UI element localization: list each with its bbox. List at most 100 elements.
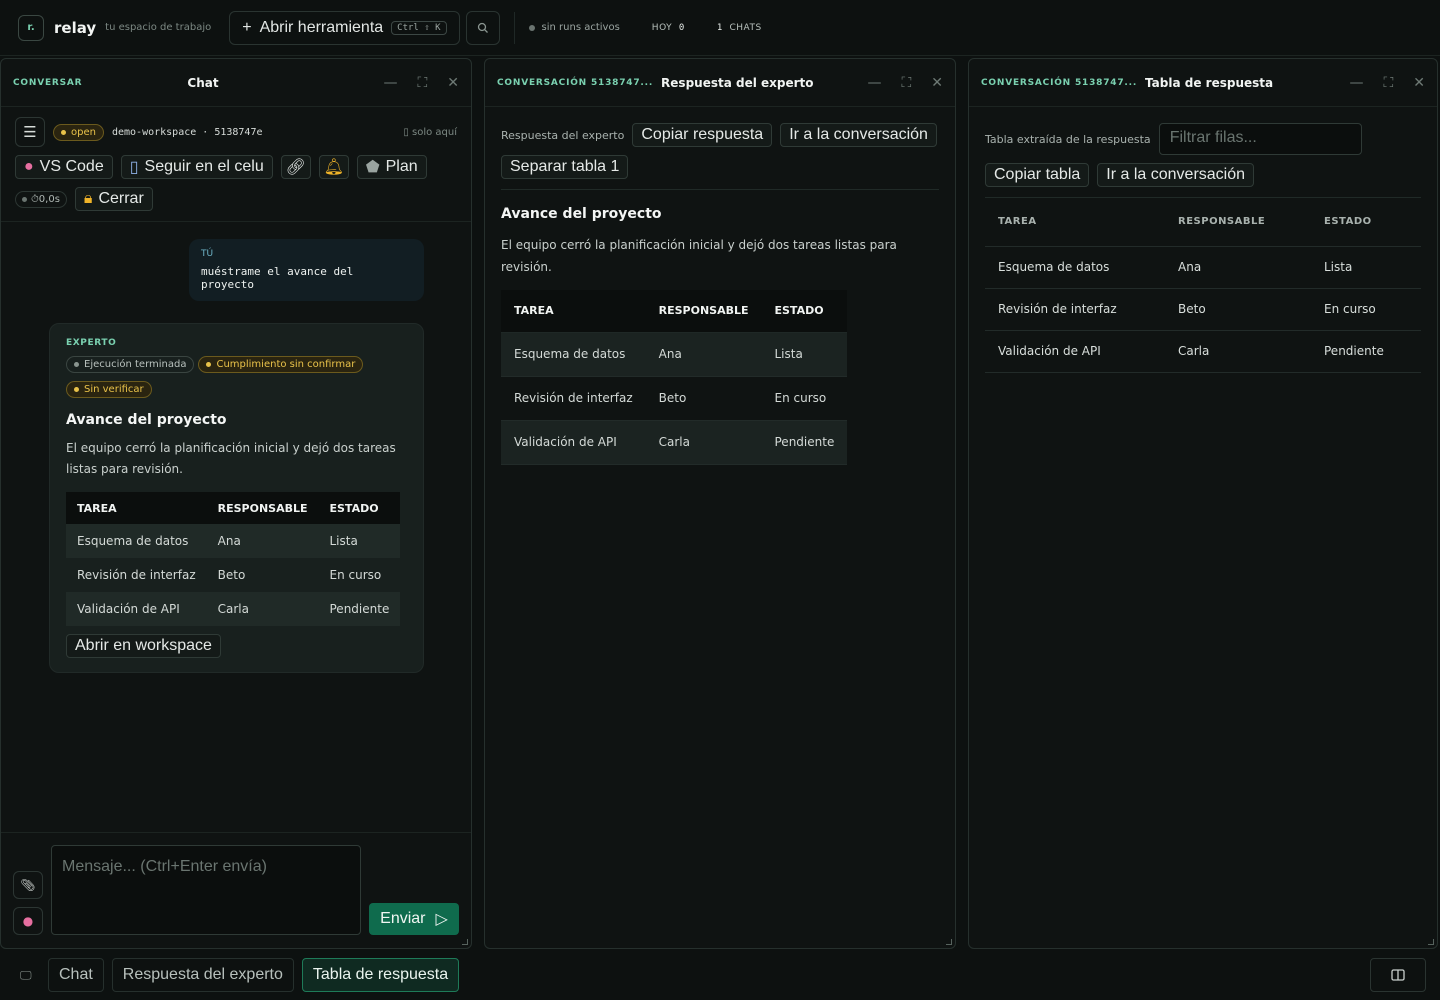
chip-dot-icon [206,362,212,367]
panel-kicker: CONVERSACIÓN 5138747... [981,77,1138,88]
play-icon: ▷ [435,911,448,928]
resize-handle[interactable] [946,939,952,945]
task-table-response[interactable]: Tabla de respuesta [301,958,460,992]
maximize-icon[interactable]: ⛶ [1383,75,1393,91]
shortcut-hint: Ctrl ⇧ K [391,20,447,35]
close-icon[interactable]: ✕ [1413,75,1425,91]
timer-label: ⏱0,0s [31,193,60,205]
menu-button[interactable]: ☰ [15,117,45,147]
extracted-table: TAREA RESPONSABLE ESTADO Esquema de dato… [985,198,1421,373]
plan-button[interactable]: ⬟ Plan [356,155,427,179]
table-cell: Lista [761,332,848,377]
table-cell: Revisión de interfaz [501,376,646,421]
table-header: TAREA [985,198,1165,247]
send-button[interactable]: Enviar ▷ [369,903,459,935]
table-panel-header: CONVERSACIÓN 5138747... Tabla de respues… [969,59,1437,107]
response-table: TAREA RESPONSABLE ESTADO Esquema de dato… [501,290,848,465]
minimize-icon[interactable]: — [1349,75,1363,91]
plus-icon: + [242,18,252,36]
panel-title: Tabla de respuesta [1145,75,1274,90]
table-cell: Ana [206,524,319,558]
layout-toggle-button[interactable] [1370,958,1426,992]
task-expert-response[interactable]: Respuesta del experto [111,958,294,992]
split-table-button[interactable]: Separar tabla 1 [501,155,629,179]
expert-panel-label: Respuesta del experto [501,128,625,142]
table-cell: Beto [645,376,762,421]
resize-handle[interactable] [1428,939,1434,945]
table-header: RESPONSABLE [645,290,762,333]
brand-tagline: tu espacio de trabajo [105,22,212,33]
open-workspace-button[interactable]: Abrir en workspace [66,634,221,658]
table-cell: Pendiente [318,592,401,626]
resize-handle[interactable] [462,939,468,945]
phone-icon: ▯ [129,159,139,176]
table-cell: Beto [217,568,246,582]
app-logo[interactable]: r. [18,14,44,41]
chat-panel: CONVERSAR Chat — ⛶ ✕ ☰ open demo-workspa… [0,58,472,949]
chip-unverified: Sin verificar [66,381,152,398]
minimize-icon[interactable]: — [867,75,881,91]
table-response-panel: CONVERSACIÓN 5138747... Tabla de respues… [968,58,1438,949]
vscode-button[interactable]: ● VS Code [15,155,113,179]
status-dot-icon [528,24,535,31]
search-button[interactable] [465,10,500,45]
table-header: ESTADO [318,492,401,524]
message-input[interactable]: Mensaje... (Ctrl+Enter envía) [51,845,361,935]
bell-button[interactable]: 🔔︎ [318,155,349,179]
minimize-icon[interactable]: — [383,75,397,91]
filter-input[interactable]: Filtrar filas... [1158,123,1362,155]
panel-kicker: CONVERSACIÓN 5138747... [497,77,654,88]
close-icon[interactable]: ✕ [447,75,459,91]
close-session-button[interactable]: 🔒︎ Cerrar [74,187,153,211]
bell-icon: 🔔︎ [323,159,344,176]
maximize-icon[interactable]: ⛶ [417,75,427,91]
goto-conversation-button[interactable]: Ir a la conversación [780,123,937,147]
expert-label: EXPERTO [66,338,117,348]
close-icon[interactable]: ✕ [931,75,943,91]
table-header: ESTADO [761,290,848,333]
taskbar: 🖵︎ Chat Respuesta del experto Tabla de r… [0,950,1440,1000]
table-cell: Pendiente [761,420,848,465]
table-panel-label: Tabla extraída de la respuesta [985,132,1151,146]
link-button[interactable]: 🔗︎ [280,155,311,179]
response-title: Avance del proyecto [501,206,662,222]
chat-panel-header: CONVERSAR Chat — ⛶ ✕ [1,59,471,107]
user-label: TÚ [201,249,214,259]
open-tool-label: Abrir herramienta [259,18,384,36]
top-bar: r. relay tu espacio de trabajo + Abrir h… [0,0,1440,56]
table-cell: Revisión de interfaz [77,568,196,582]
open-tool-button[interactable]: + Abrir herramienta Ctrl ⇧ K [229,10,460,45]
goto-conversation-button[interactable]: Ir a la conversación [1097,163,1255,187]
expert-response-panel: CONVERSACIÓN 5138747... Respuesta del ex… [484,58,956,949]
table-header: TAREA [66,492,207,524]
runs-status: sin runs activos [528,22,620,33]
brain-icon: ● [22,914,34,928]
hamburger-icon: ☰ [23,123,37,141]
brain-button[interactable]: ● [13,907,43,935]
table-cell: Lista [318,524,401,558]
brain-icon: ● [24,158,34,175]
chat-messages: TÚ muéstrame el avance del proyecto EXPE… [1,219,471,832]
plan-label: Plan [385,158,418,175]
runs-label: sin runs activos [541,22,620,33]
response-text: El equipo cerró la planificación inicial… [501,238,897,274]
table-cell: Esquema de datos [501,332,646,377]
table-row: Revisión de interfaz Beto En curso [985,288,1421,331]
task-chat[interactable]: Chat [48,958,104,992]
copy-response-button[interactable]: Copiar respuesta [632,123,773,147]
monitor-icon: 🖵︎ [20,967,32,982]
user-message: TÚ muéstrame el avance del proyecto [189,239,424,301]
scope-toggle[interactable]: ▯ solo aquí [403,127,457,138]
expert-message: EXPERTO Ejecución terminada Cumplimiento … [49,323,424,673]
workspace-name: demo-workspace · 5138747e [111,126,263,138]
today-label: HOY [651,22,673,33]
maximize-icon[interactable]: ⛶ [901,75,911,91]
table-header: RESPONSABLE [1165,198,1311,247]
status-badge: open [53,123,104,141]
attach-button[interactable]: 📎︎ [13,871,43,899]
chip-dot-icon [74,387,79,392]
table-cell: En curso [329,568,382,582]
follow-phone-button[interactable]: ▯ Seguir en el celu [120,155,273,179]
table-row: Esquema de datos Ana Lista [66,524,401,558]
copy-table-button[interactable]: Copiar tabla [985,163,1090,187]
